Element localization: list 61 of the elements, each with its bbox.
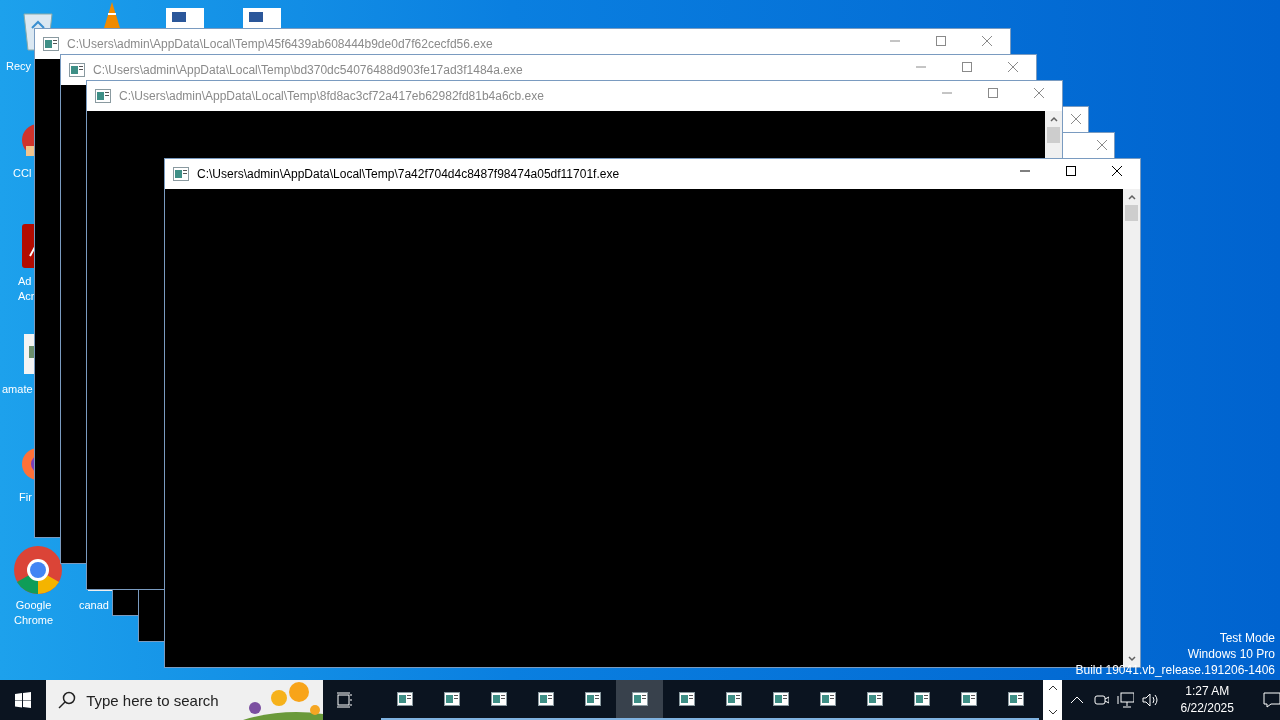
console-icon <box>490 692 507 706</box>
watermark-text: Test Mode <box>1219 630 1275 646</box>
maximize-icon <box>1066 166 1076 176</box>
console-icon <box>866 692 883 706</box>
scroll-up-icon[interactable] <box>1047 684 1058 692</box>
desktop-icon-label[interactable]: canad <box>79 598 109 613</box>
desktop-icon-label[interactable]: Google Chrome <box>14 598 54 628</box>
close-icon <box>1034 88 1044 98</box>
console-icon <box>43 37 59 51</box>
close-icon <box>982 36 992 46</box>
console-icon <box>678 692 695 706</box>
minimize-icon <box>942 92 952 94</box>
desktop-icon-label[interactable]: CCl <box>13 166 32 181</box>
volume-icon[interactable] <box>1142 692 1160 708</box>
console-icon <box>537 692 554 706</box>
clock[interactable]: 1:27 AM 6/22/2025 <box>1169 683 1245 717</box>
minimize-icon <box>916 66 926 68</box>
window-title: C:\Users\admin\AppData\Local\Temp\8fd8ac3cf72a417eb62982fd81b4a6cb.exe <box>119 88 544 104</box>
console-icon <box>95 89 111 103</box>
console-icon <box>584 692 601 706</box>
console-icon <box>819 692 836 706</box>
taskbar-app-button[interactable] <box>616 680 664 720</box>
close-icon <box>1070 114 1081 124</box>
maximize-icon <box>988 88 998 98</box>
close-icon <box>1096 140 1107 150</box>
maximize-icon <box>936 36 946 46</box>
notification-icon[interactable] <box>1262 692 1280 708</box>
scrollbar-thumb[interactable] <box>1125 205 1138 221</box>
watermark-text: Build 19041.vb_release.191206-1406 <box>1075 662 1275 678</box>
maximize-icon <box>962 62 972 72</box>
console-icon <box>725 692 742 706</box>
windows-logo-icon <box>15 692 32 708</box>
watermark-text: Windows 10 Pro <box>1187 646 1275 662</box>
console-icon <box>913 692 930 706</box>
console-icon <box>69 63 85 77</box>
window-title: C:\Users\admin\AppData\Local\Temp\45f6439ab608444b9de0d7f62cecfd56.exe <box>67 36 493 52</box>
window-title: C:\Users\admin\AppData\Local\Temp\bd370dc54076488d903fe17ad3f1484a.exe <box>93 62 523 78</box>
desktop-icon-label[interactable]: Ad Acr <box>18 274 35 304</box>
close-icon <box>1008 62 1018 72</box>
minimize-icon <box>1020 170 1030 172</box>
camera-icon[interactable] <box>1093 692 1110 708</box>
desktop-icon-label[interactable]: amate <box>2 382 33 397</box>
search-icon <box>58 691 77 709</box>
console-icon <box>173 167 189 181</box>
console-icon <box>396 692 413 706</box>
scroll-down-icon[interactable] <box>1047 708 1058 716</box>
close-icon <box>1112 166 1122 176</box>
console-icon <box>443 692 460 706</box>
scrollbar-thumb[interactable] <box>1047 127 1060 143</box>
console-icon <box>960 692 977 706</box>
window-title: C:\Users\admin\AppData\Local\Temp\7a42f704d4c8487f98474a05df11701f.exe <box>197 166 620 182</box>
chevron-up-icon[interactable] <box>1070 695 1084 705</box>
network-icon[interactable] <box>1117 692 1135 708</box>
console-icon <box>631 692 648 706</box>
console-icon <box>772 692 789 706</box>
desktop-icon-label[interactable]: Recy <box>6 59 32 74</box>
console-icon <box>1007 692 1024 706</box>
chrome-icon <box>13 545 63 595</box>
task-view-icon <box>337 692 355 708</box>
desktop-icon-label[interactable]: Fir <box>19 490 32 505</box>
minimize-icon <box>890 40 900 42</box>
